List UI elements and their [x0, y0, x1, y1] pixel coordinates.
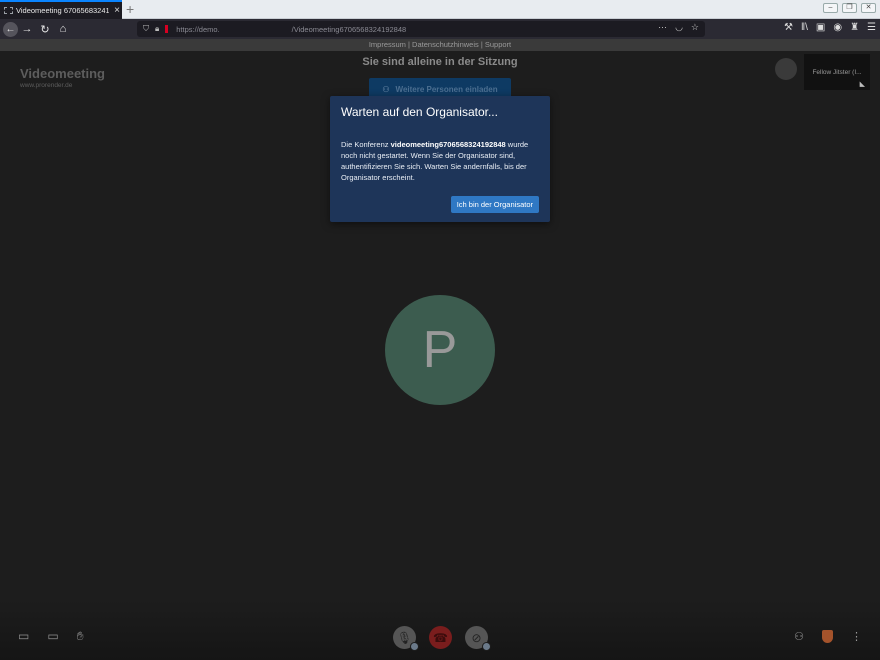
dialog-body: Die Konferenz videomeeting67065683241928…: [341, 139, 539, 183]
library-icon[interactable]: ‖\: [801, 22, 808, 33]
extension-icon[interactable]: ♜: [850, 22, 859, 33]
menu-icon[interactable]: ☰: [867, 22, 876, 33]
tools-icon[interactable]: ⚒: [784, 22, 793, 33]
browser-tab-active[interactable]: Videomeeting 670656832419284 ×: [0, 0, 122, 19]
back-button[interactable]: ←: [3, 21, 18, 37]
reload-button[interactable]: ↻: [36, 23, 54, 36]
home-button[interactable]: ⌂: [54, 23, 72, 35]
tab-favicon-icon: [4, 7, 13, 14]
footer-links[interactable]: Impressum | Datenschutzhinweis | Support: [0, 39, 880, 51]
pocket-icon[interactable]: ◡: [675, 22, 683, 33]
url-bar[interactable]: ⛉ 🔒︎ https://demo. /Videomeeting67065683…: [137, 21, 705, 37]
conference-id: videomeeting6706568324192848: [390, 140, 506, 149]
window-controls: – ❐ ✕: [823, 3, 876, 13]
toolbar-icons: ⚒ ‖\ ▣ ◉ ♜ ☰: [784, 22, 876, 33]
new-tab-button[interactable]: +: [126, 2, 134, 16]
sidebar-icon[interactable]: ▣: [816, 22, 825, 33]
url-host: https://demo.: [176, 24, 220, 34]
i-am-organizer-button[interactable]: Ich bin der Organisator: [450, 196, 539, 213]
tab-close-icon[interactable]: ×: [112, 5, 122, 16]
bookmark-star-icon[interactable]: ☆: [691, 22, 699, 33]
url-actions: ··· ◡ ☆: [658, 22, 699, 33]
lock-icon[interactable]: 🔒︎: [155, 24, 159, 34]
tracking-shield-icon[interactable]: ⛉: [143, 24, 149, 34]
tab-title: Videomeeting 670656832419284: [16, 6, 109, 15]
dialog-title: Warten auf den Organisator...: [341, 105, 498, 119]
dialog-body-prefix: Die Konferenz: [341, 140, 391, 149]
tab-bar: Videomeeting 670656832419284 × + – ❐ ✕: [0, 0, 880, 19]
restore-button[interactable]: ❐: [842, 3, 857, 13]
nav-bar: ← → ↻ ⌂ ⛉ 🔒︎ https://demo. /Videomeeting…: [0, 19, 880, 39]
permission-indicator[interactable]: [165, 25, 169, 33]
page-actions-icon[interactable]: ···: [658, 22, 667, 33]
close-window-button[interactable]: ✕: [861, 3, 876, 13]
account-icon[interactable]: ◉: [833, 22, 842, 33]
waiting-for-host-dialog: Warten auf den Organisator... Die Konfer…: [330, 96, 550, 222]
minimize-button[interactable]: –: [823, 3, 838, 13]
forward-button[interactable]: →: [18, 23, 36, 35]
url-path: /Videomeeting6706568324192848: [291, 24, 407, 34]
